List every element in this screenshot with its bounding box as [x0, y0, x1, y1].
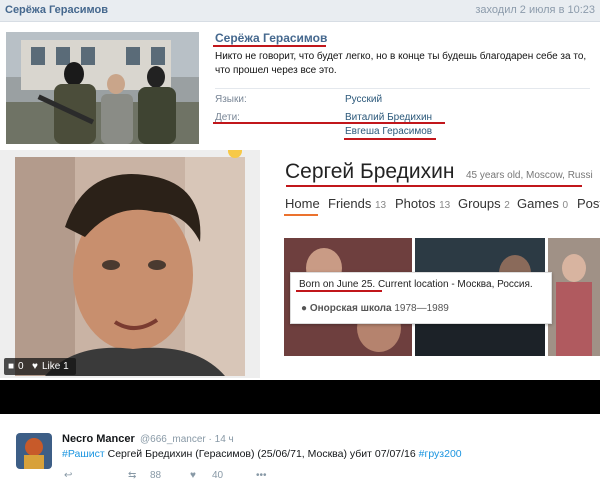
active-tab-indicator — [284, 214, 318, 216]
ok-photo-stats: ■ 0 ♥ Like 1 — [4, 358, 76, 375]
red-underline — [344, 138, 436, 140]
ok-profile-name: Сергей Бредихин — [285, 160, 455, 183]
tab-groups[interactable]: Groups 2 — [458, 196, 510, 211]
vk-languages-label: Языки: — [215, 94, 247, 105]
black-separator — [0, 380, 600, 414]
comment-count: 0 — [18, 361, 24, 372]
vk-status-text: Никто не говорит, что будет легко, но в … — [215, 51, 587, 76]
tab-home[interactable]: Home — [285, 196, 320, 211]
like-icon[interactable]: ♥ — [32, 361, 38, 372]
ok-school-years: 1978—1989 — [394, 303, 449, 314]
tab-games[interactable]: Games 0 — [517, 196, 568, 211]
vk-profile-name[interactable]: Серёжа Герасимов — [215, 31, 327, 45]
hashtag-link[interactable]: #Рашист — [62, 448, 105, 460]
like-count[interactable]: Like 1 — [42, 361, 69, 372]
vk-profile-photo[interactable] — [6, 32, 199, 144]
retweet-icon[interactable]: ⇆ — [128, 470, 136, 481]
vk-child-link-2[interactable]: Евгеша Герасимов — [345, 126, 432, 137]
vk-header-bar: Серёжа Герасимов заходил 2 июля в 10:23 — [0, 0, 600, 22]
more-icon[interactable]: ••• — [256, 470, 267, 481]
reply-icon[interactable]: ↩ — [64, 470, 72, 481]
hashtag-link[interactable]: #груз200 — [419, 448, 462, 460]
ok-info-card: Born on June 25. Current location - Моск… — [290, 272, 552, 324]
tweet-avatar[interactable] — [16, 433, 52, 469]
retweet-count: 88 — [150, 470, 162, 481]
vk-last-seen: заходил 2 июля в 10:23 — [475, 4, 595, 16]
vk-header-name[interactable]: Серёжа Герасимов — [5, 4, 108, 16]
tweet-body: Сергей Бредихин (Герасимов) (25/06/71, М… — [104, 448, 419, 460]
like-count: 40 — [212, 470, 224, 481]
ok-born-info: Born on June 25. Current location - Моск… — [299, 279, 533, 290]
location-pin-icon: ● — [301, 303, 308, 314]
vk-languages-value[interactable]: Русский — [345, 94, 382, 105]
vk-divider — [215, 88, 590, 89]
tab-post[interactable]: Post — [577, 196, 600, 211]
ok-photo-thumb[interactable] — [548, 238, 600, 356]
red-underline — [213, 122, 445, 124]
ok-profile-photo[interactable] — [15, 157, 245, 376]
tweet-author-name[interactable]: Necro Mancer — [62, 433, 135, 445]
red-underline — [296, 290, 382, 292]
like-icon[interactable]: ♥ — [190, 470, 196, 481]
ok-school-name[interactable]: Онорская школа — [310, 303, 392, 314]
tweet-text: #Рашист Сергей Бредихин (Герасимов) (25/… — [62, 448, 462, 460]
comment-icon[interactable]: ■ — [8, 361, 14, 372]
ok-profile-meta: 45 years old, Moscow, Russi — [466, 170, 593, 181]
tweet-author-handle[interactable]: @666_mancer · 14 ч — [140, 434, 234, 445]
tab-friends[interactable]: Friends 13 — [328, 196, 386, 211]
ok-school-info[interactable]: ● Онорская школа 1978—1989 — [301, 303, 449, 314]
tab-photos[interactable]: Photos 13 — [395, 196, 450, 211]
red-underline — [213, 45, 326, 47]
red-underline — [286, 185, 582, 187]
